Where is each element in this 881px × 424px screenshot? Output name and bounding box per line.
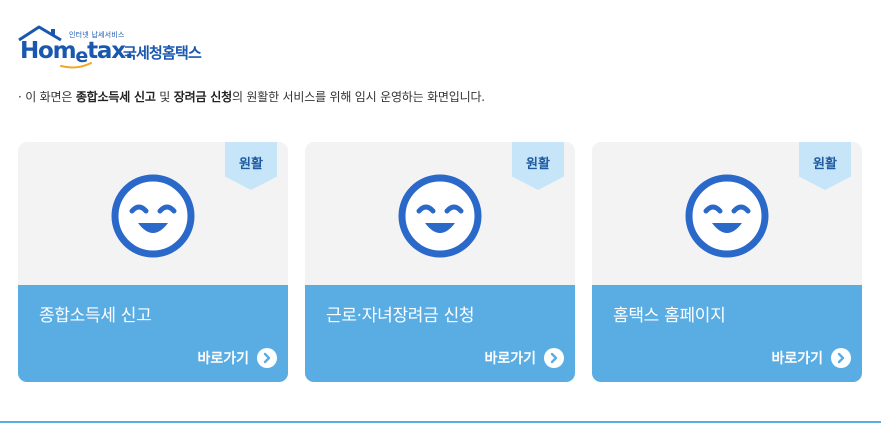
chevron-right-circle-icon: [544, 348, 564, 368]
hometax-logo[interactable]: 인터넷 납세서비스 Hometax. 국세청홈택스: [17, 24, 217, 70]
card-bottom: 종합소득세 신고 바로가기: [18, 285, 288, 382]
card-title: 홈택스 홈페이지: [613, 306, 726, 326]
card-hometax-homepage[interactable]: 원활 홈택스 홈페이지 바로가기: [592, 142, 862, 382]
card-title: 종합소득세 신고: [39, 306, 152, 326]
notice-text: · 이 화면은 종합소득세 신고 및 장려금 신청의 원활한 서비스를 위해 임…: [18, 90, 485, 104]
go-link[interactable]: 바로가기: [771, 348, 851, 368]
card-earned-income-credit[interactable]: 원활 근로·자녀장려금 신청 바로가기: [305, 142, 575, 382]
status-badge: 원활: [799, 142, 851, 190]
smiley-face-icon: [685, 174, 769, 258]
footer-divider: [0, 421, 881, 423]
go-link[interactable]: 바로가기: [484, 348, 564, 368]
card-income-tax[interactable]: 원활 종합소득세 신고 바로가기: [18, 142, 288, 382]
chevron-right-circle-icon: [257, 348, 277, 368]
card-title: 근로·자녀장려금 신청: [326, 306, 475, 326]
card-bottom: 근로·자녀장려금 신청 바로가기: [305, 285, 575, 382]
smiley-face-icon: [398, 174, 482, 258]
chevron-right-circle-icon: [831, 348, 851, 368]
go-link[interactable]: 바로가기: [197, 348, 277, 368]
card-bottom: 홈택스 홈페이지 바로가기: [592, 285, 862, 382]
status-badge: 원활: [512, 142, 564, 190]
status-badge: 원활: [225, 142, 277, 190]
logo-wordmark: Hometax.: [20, 38, 134, 67]
logo-subtitle: 국세청홈택스: [123, 44, 202, 62]
smiley-face-icon: [111, 174, 195, 258]
